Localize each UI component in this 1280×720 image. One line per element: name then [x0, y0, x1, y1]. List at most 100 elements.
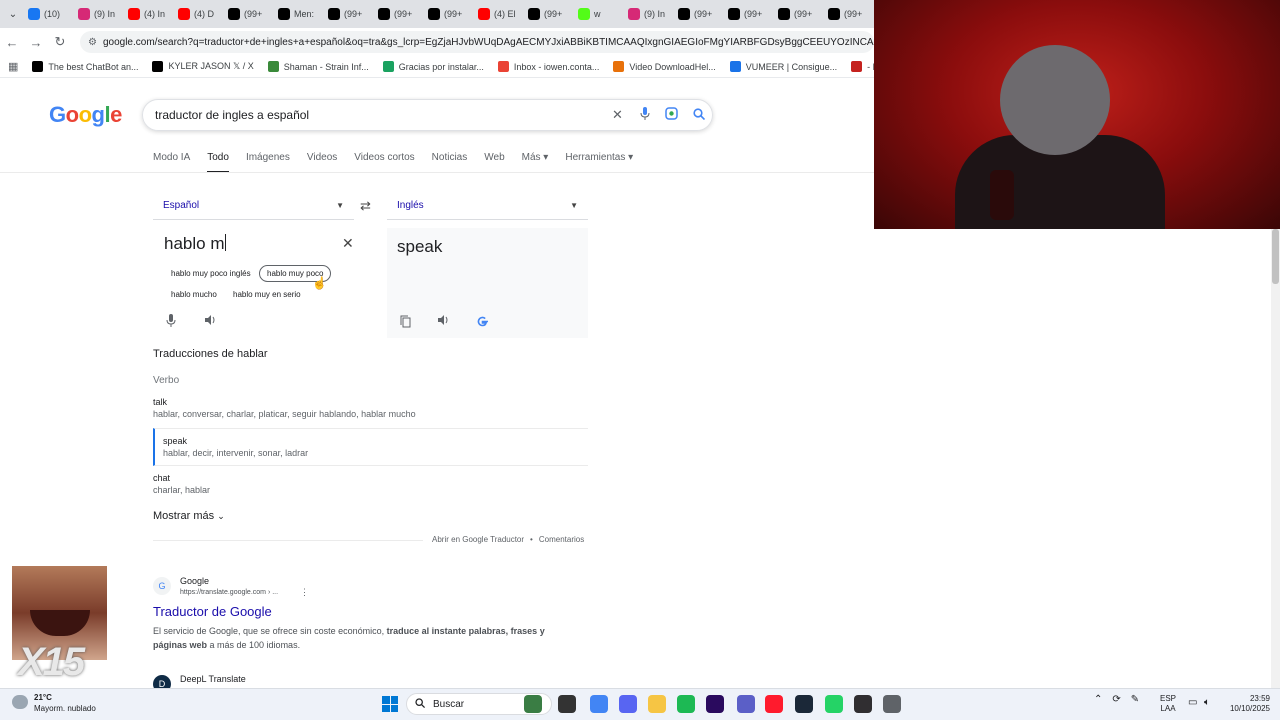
- show-more-button[interactable]: Mostrar más ⌄: [153, 510, 225, 522]
- folder-icon[interactable]: [648, 695, 666, 713]
- search-tab[interactable]: Web: [484, 152, 504, 173]
- settings-icon[interactable]: [883, 695, 901, 713]
- bookmark-item[interactable]: - Find & Share on G...: [851, 61, 874, 72]
- search-tab[interactable]: Imágenes: [246, 152, 290, 173]
- browser-tab[interactable]: w: [574, 3, 624, 25]
- volume-icon[interactable]: 🔈︎: [1204, 697, 1210, 708]
- browser-tab[interactable]: (4) El: [474, 3, 524, 25]
- result-site-name[interactable]: DeepL Translate: [180, 674, 246, 684]
- snippet-text: El servicio de Google, que se ofrece sin…: [153, 626, 387, 636]
- more-options-icon[interactable]: ⋮: [300, 587, 309, 598]
- chevron-up-icon[interactable]: ⌃: [1094, 694, 1102, 705]
- browser-tab[interactable]: (99+: [824, 3, 874, 25]
- obs-icon[interactable]: [854, 695, 872, 713]
- browser-tab[interactable]: (4) D: [174, 3, 224, 25]
- language-indicator[interactable]: ESP LAA: [1160, 694, 1176, 714]
- translation-sense[interactable]: chat charlar, hablar: [153, 473, 588, 495]
- search-tab[interactable]: Videos: [307, 152, 337, 173]
- chrome-icon[interactable]: [590, 695, 608, 713]
- bookmark-item[interactable]: Inbox - iowen.conta...: [497, 61, 599, 72]
- back-icon[interactable]: ←: [0, 35, 24, 50]
- apps-icon[interactable]: ▦: [8, 60, 18, 73]
- search-tab[interactable]: Herramientas ▾: [565, 152, 633, 173]
- search-tab[interactable]: Noticias: [432, 152, 468, 173]
- forward-icon[interactable]: →: [24, 35, 48, 50]
- terminal-icon[interactable]: [558, 695, 576, 713]
- bookmark-item[interactable]: VUMEER | Consigue...: [729, 61, 837, 72]
- bookmark-item[interactable]: Video DownloadHel...: [613, 61, 716, 72]
- browser-tab[interactable]: (99+: [724, 3, 774, 25]
- spotify-icon[interactable]: [677, 695, 695, 713]
- browser-tab[interactable]: (9) In: [74, 3, 124, 25]
- pen-icon[interactable]: ✎: [1131, 694, 1139, 705]
- translation-sense-selected[interactable]: speak hablar, decir, intervenir, sonar, …: [153, 428, 588, 466]
- opera-icon[interactable]: [765, 695, 783, 713]
- network-icon[interactable]: ⟳: [1112, 694, 1120, 705]
- tiktok-icon: [278, 8, 290, 20]
- scrollbar-thumb[interactable]: [1272, 229, 1279, 284]
- search-tab[interactable]: Videos cortos: [354, 152, 414, 173]
- discord-icon[interactable]: [619, 695, 637, 713]
- browser-tab[interactable]: Men:: [274, 3, 324, 25]
- result-url[interactable]: https://translate.google.com › ...: [180, 589, 278, 596]
- suggestion-chip[interactable]: hablo muy en serio: [226, 286, 308, 303]
- microphone-icon[interactable]: [166, 314, 176, 330]
- bookmark-item[interactable]: The best ChatBot an...: [32, 61, 138, 72]
- suggestion-chip[interactable]: hablo mucho: [164, 286, 224, 303]
- browser-tab[interactable]: (99+: [774, 3, 824, 25]
- teams-icon[interactable]: [737, 695, 755, 713]
- lens-icon[interactable]: [658, 107, 685, 123]
- browser-tab[interactable]: (99+: [674, 3, 724, 25]
- open-translate-link[interactable]: Abrir en Google Traductor: [432, 535, 524, 544]
- reload-icon[interactable]: ↻: [48, 34, 72, 50]
- copy-icon[interactable]: [400, 315, 411, 331]
- browser-tab[interactable]: (99+: [524, 3, 574, 25]
- speaker-icon[interactable]: [437, 314, 450, 329]
- browser-tab[interactable]: (99+: [224, 3, 274, 25]
- clear-source-icon[interactable]: ✕: [342, 235, 354, 252]
- result-title-link[interactable]: Traductor de Google: [153, 604, 272, 619]
- display-icon[interactable]: ▭: [1188, 697, 1197, 708]
- browser-tab[interactable]: (99+: [324, 3, 374, 25]
- feedback-link[interactable]: Comentarios: [539, 535, 584, 544]
- source-text[interactable]: hablo m: [164, 234, 226, 254]
- search-icon[interactable]: [685, 107, 712, 123]
- suggestion-chip[interactable]: hablo muy poco inglés: [164, 265, 258, 282]
- speaker-icon[interactable]: [204, 314, 217, 329]
- tab-search-icon[interactable]: ⌄: [2, 9, 24, 20]
- result-site-name[interactable]: Google: [180, 576, 209, 586]
- translation-sense[interactable]: talk hablar, conversar, charlar, platica…: [153, 397, 588, 419]
- clear-icon[interactable]: ✕: [604, 107, 631, 123]
- scrollbar-track[interactable]: [1271, 229, 1280, 688]
- google-translate-favicon-icon[interactable]: G: [153, 577, 171, 595]
- bookmark-item[interactable]: Gracias por instalar...: [382, 61, 484, 72]
- search-tab[interactable]: Todo: [207, 152, 229, 173]
- tab-label: (99+: [394, 9, 413, 19]
- search-box[interactable]: traductor de ingles a español ✕: [142, 99, 713, 131]
- bookmark-item[interactable]: KYLER JASON 𝕏 / X: [152, 61, 254, 72]
- windows-start-icon[interactable]: [382, 696, 398, 712]
- site-info-icon[interactable]: ⚙: [88, 37, 97, 48]
- target-language-select[interactable]: Inglés ▼: [387, 192, 588, 220]
- microphone-icon[interactable]: [631, 107, 658, 123]
- whatsapp-icon[interactable]: [825, 695, 843, 713]
- browser-tab[interactable]: (9) In: [624, 3, 674, 25]
- browser-tab[interactable]: (10): [24, 3, 74, 25]
- url-field[interactable]: ⚙ google.com/search?q=traductor+de+ingle…: [80, 31, 874, 53]
- search-tab[interactable]: Más ▾: [522, 152, 549, 173]
- google-logo[interactable]: Google: [49, 102, 122, 128]
- google-g-icon[interactable]: [476, 315, 489, 331]
- search-input[interactable]: traductor de ingles a español: [155, 108, 604, 122]
- clock[interactable]: 23:59 10/10/2025: [1226, 694, 1270, 714]
- premiere-icon[interactable]: [706, 695, 724, 713]
- bookmark-item[interactable]: Shaman - Strain Inf...: [267, 61, 369, 72]
- source-language-select[interactable]: Español ▼: [153, 192, 354, 220]
- search-tab[interactable]: Modo IA: [153, 152, 190, 173]
- browser-tab[interactable]: (99+: [374, 3, 424, 25]
- browser-tab[interactable]: (99+: [424, 3, 474, 25]
- swap-languages-icon[interactable]: ⇄: [360, 198, 371, 214]
- files-icon[interactable]: [524, 695, 542, 713]
- bookmark-label: Gracias por instalar...: [398, 61, 484, 72]
- browser-tab[interactable]: (4) In: [124, 3, 174, 25]
- steam-icon[interactable]: [795, 695, 813, 713]
